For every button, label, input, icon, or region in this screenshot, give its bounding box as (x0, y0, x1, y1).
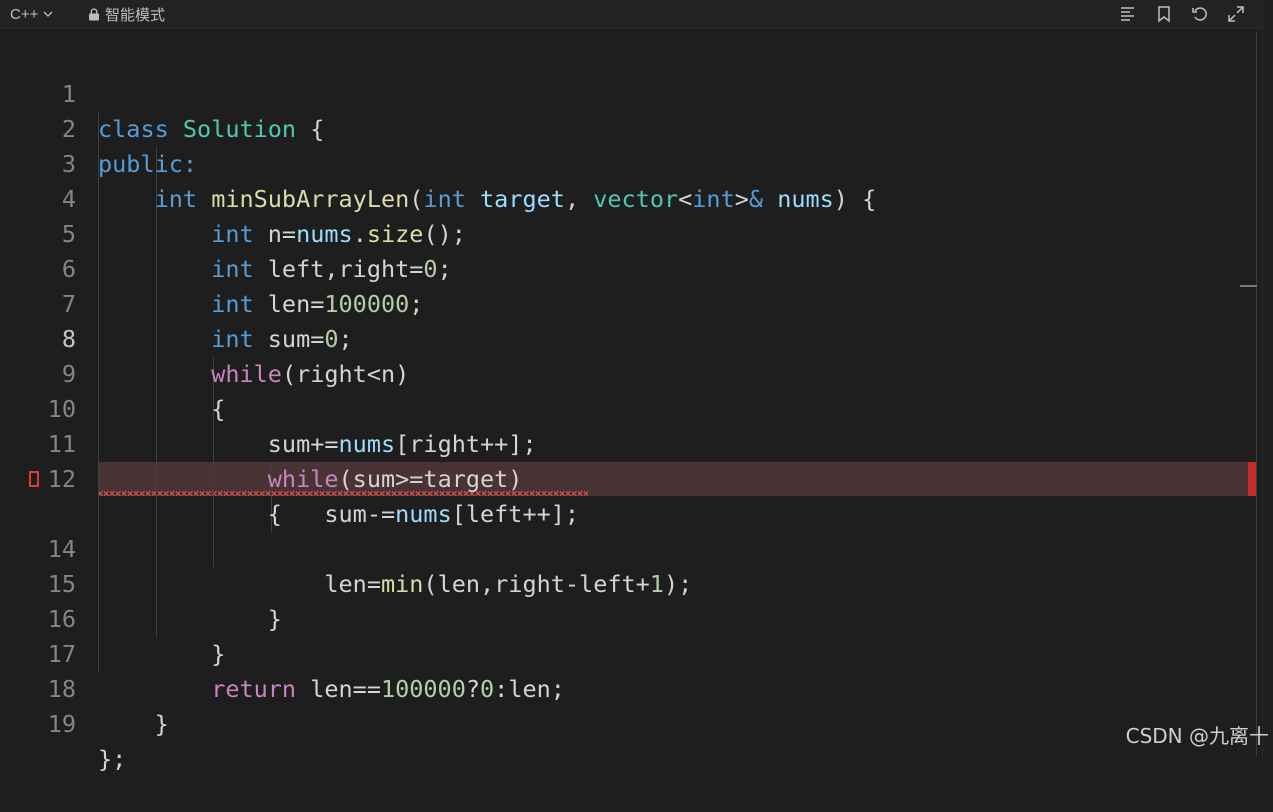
code-line: 7 int sum=0; (0, 252, 1256, 353)
code-line: 11 while(sum>=target) (0, 392, 1256, 493)
code-line: 19 }; (0, 672, 1256, 773)
code-line: 6 int len=100000; (0, 217, 1256, 318)
code-line: 4 int n=nums.size(); (0, 147, 1256, 248)
code-line: 15 } (0, 532, 1256, 633)
code-line: 18 } (0, 637, 1256, 738)
line-number: 19 (47, 710, 76, 738)
scrollbar[interactable] (1262, 0, 1273, 757)
code-text: }; (98, 745, 127, 773)
code-line: 8 while(right<n) (0, 287, 1256, 388)
code-editor[interactable]: 1 class Solution { 2 public: 3 int minSu… (0, 0, 1256, 773)
code-line: 16 } (0, 567, 1256, 668)
code-line: 12 { (0, 427, 1256, 528)
code-line: 10 sum+=nums[right++]; (0, 357, 1256, 458)
code-line-error: sum-=nums[left++]; (0, 462, 1256, 528)
code-line: 17 return len==100000?0:len; (0, 602, 1256, 703)
code-line: 5 int left,right=0; (0, 182, 1256, 283)
code-line: 9 { (0, 322, 1256, 423)
error-scroll-marker[interactable] (1248, 462, 1256, 496)
vertical-ruler (1256, 32, 1257, 757)
code-line: 2 public: (0, 77, 1256, 178)
code-line: 1 class Solution { (0, 42, 1256, 143)
cursor-position-marker (1240, 285, 1257, 287)
code-line: 3 int minSubArrayLen(int target, vector<… (0, 112, 1256, 213)
watermark: CSDN @九离十 (1125, 724, 1269, 748)
code-text: } (154, 710, 169, 738)
code-line: 14 len=min(len,right-left+1); (0, 497, 1256, 598)
